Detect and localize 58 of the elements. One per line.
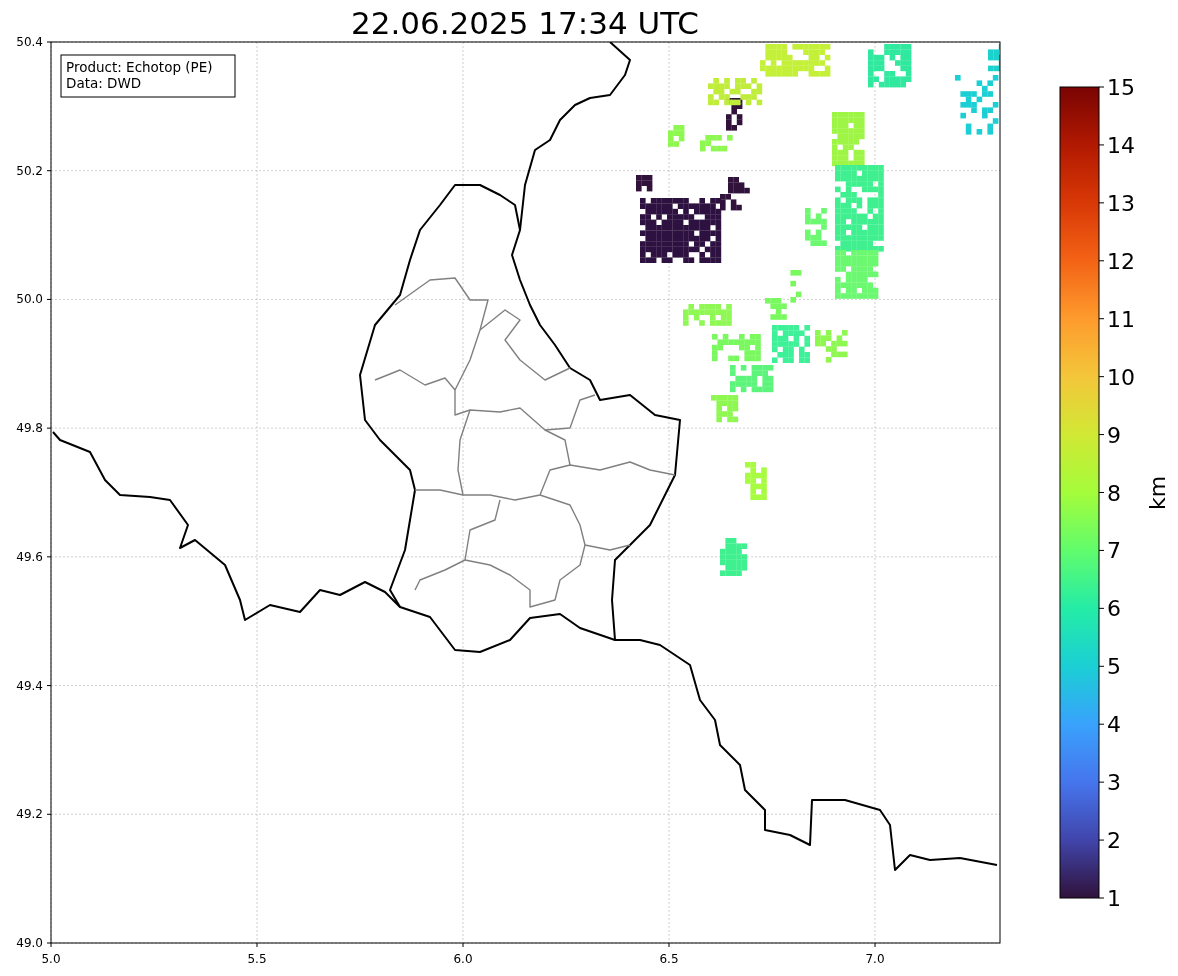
tick-mark — [1098, 549, 1105, 551]
tick-mark — [1098, 492, 1105, 493]
tick-mark — [874, 942, 876, 948]
legend-text: Data: DWD — [66, 75, 142, 91]
tick-mark — [1098, 202, 1105, 204]
x-tick-label: 5.0 — [41, 952, 61, 966]
tick-mark — [668, 942, 670, 948]
tick-mark — [46, 813, 52, 815]
x-tick-label: 5.5 — [247, 952, 267, 966]
colorbar-label: km — [1145, 475, 1170, 511]
y-tick-label: 49.4 — [16, 678, 43, 693]
colorbar-tick-label: 9 — [1107, 422, 1121, 448]
tick-mark — [1098, 781, 1105, 783]
tick-mark — [1098, 434, 1105, 436]
x-tick-label: 6.0 — [453, 952, 473, 966]
tick-mark — [1098, 607, 1105, 609]
colorbar-tick-label: 6 — [1107, 596, 1121, 622]
tick-mark — [1098, 839, 1105, 841]
chart-title: 22.06.2025 17:34 UTC — [351, 5, 699, 41]
tick-mark — [46, 427, 52, 429]
colorbar-tick-label: 15 — [1107, 75, 1135, 100]
y-tick-label: 49.8 — [16, 421, 43, 436]
colorbar-tick-label: 2 — [1107, 828, 1121, 854]
x-tick-label: 6.5 — [659, 952, 679, 966]
y-tick-label: 50.0 — [16, 292, 43, 307]
colorbar-tick-label: 13 — [1107, 190, 1135, 216]
y-tick-label: 50.2 — [16, 163, 43, 178]
tick-mark — [1098, 86, 1105, 88]
colorbar-tick-label: 14 — [1107, 132, 1135, 158]
tick-mark — [46, 685, 52, 687]
tick-mark — [1098, 144, 1105, 146]
y-tick-label: 49.6 — [16, 549, 43, 564]
tick-mark — [256, 942, 258, 948]
tick-mark — [1098, 260, 1105, 262]
colorbar-tick-label: 7 — [1107, 538, 1121, 564]
colorbar-tick-label: 5 — [1107, 654, 1121, 680]
tick-mark — [1098, 665, 1105, 667]
tick-mark — [462, 942, 464, 948]
y-tick-label: 49.2 — [16, 807, 43, 822]
legend-text: Product: Echotop (PE) — [66, 59, 213, 75]
tick-mark — [46, 170, 52, 172]
colorbar-tick-label: 8 — [1107, 480, 1121, 506]
x-tick-label: 7.0 — [865, 952, 885, 966]
tick-mark — [1098, 897, 1105, 899]
colorbar-tick-label: 10 — [1107, 364, 1135, 390]
tick-mark — [46, 298, 52, 300]
colorbar-tick-label: 3 — [1107, 770, 1121, 796]
tick-mark — [1098, 723, 1105, 725]
tick-mark — [46, 556, 52, 558]
tick-mark — [1098, 376, 1105, 378]
colorbar-tick-label: 12 — [1107, 248, 1135, 274]
y-tick-label: 50.4 — [16, 35, 43, 49]
colorbar-tick-label: 11 — [1107, 306, 1135, 332]
tick-mark — [46, 41, 52, 43]
tick-mark — [1098, 318, 1105, 320]
y-tick-label: 49.0 — [16, 936, 43, 950]
colorbar-tick-label: 1 — [1107, 886, 1121, 911]
colorbar-tick-label: 4 — [1107, 712, 1121, 738]
